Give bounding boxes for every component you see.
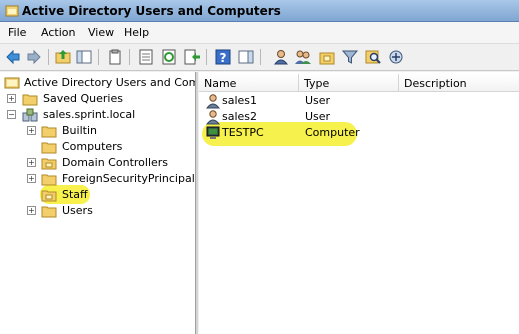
tree-label-builtin: Builtin [62, 124, 97, 137]
tree-item-saved-queries[interactable]: + Saved Queries [0, 91, 195, 107]
new-ou-icon[interactable] [318, 48, 336, 66]
properties-icon[interactable] [137, 48, 155, 66]
domain-icon [22, 108, 38, 122]
expand-icon[interactable]: + [27, 174, 36, 183]
column-header-description[interactable]: Description [399, 74, 519, 92]
new-user-icon[interactable] [272, 48, 290, 66]
collapse-icon[interactable]: − [7, 110, 16, 119]
list-item-name: TESTPC [222, 126, 264, 139]
tree-label-domain: sales.sprint.local [43, 108, 136, 121]
tree-label-domain-controllers: Domain Controllers [62, 156, 169, 169]
tree-label-root: Active Directory Users and Comput [24, 76, 195, 89]
folder-icon [41, 142, 57, 154]
show-hide-console-tree-icon[interactable] [75, 48, 93, 66]
tree-item-staff[interactable]: Staff [0, 187, 195, 203]
list-item-name: sales1 [222, 94, 258, 107]
add-to-group-icon[interactable] [387, 48, 405, 66]
tree-label-foreign-security-principals: ForeignSecurityPrincipals [62, 172, 196, 185]
refresh-icon[interactable] [160, 48, 178, 66]
expand-icon[interactable]: + [27, 158, 36, 167]
svg-text:?: ? [220, 51, 227, 65]
tree-item-users[interactable]: + Users [0, 203, 195, 219]
menu-help[interactable]: Help [124, 26, 149, 39]
details-list[interactable]: Name Type Description sales1 User sales2… [199, 72, 519, 334]
export-list-icon[interactable] [183, 48, 201, 66]
action-pane-icon[interactable] [237, 48, 255, 66]
ou-folder-icon [41, 158, 57, 170]
tree-item-computers[interactable]: Computers [0, 139, 195, 155]
folder-icon [41, 206, 57, 218]
back-icon[interactable] [4, 48, 22, 66]
tree-item-domain-controllers[interactable]: + Domain Controllers [0, 155, 195, 171]
tree-label-saved-queries: Saved Queries [43, 92, 123, 105]
menu-file[interactable]: File [8, 26, 26, 39]
title-bar: Active Directory Users and Computers [0, 0, 519, 22]
tree-label-users: Users [62, 204, 93, 217]
folder-icon [22, 94, 38, 106]
up-folder-icon[interactable] [54, 48, 72, 66]
expand-icon[interactable]: + [7, 94, 16, 103]
folder-icon [41, 126, 57, 138]
list-item-type: Computer [305, 126, 360, 139]
computer-icon [206, 126, 220, 139]
menu-bar: File Action View Help [0, 22, 519, 44]
filter-icon[interactable] [341, 48, 359, 66]
column-header-type[interactable]: Type [299, 74, 399, 92]
ad-users-computers-icon [5, 5, 19, 17]
list-item-sales2[interactable]: sales2 User [199, 109, 519, 125]
pane-splitter[interactable] [196, 72, 198, 334]
column-header-name-label: Name [204, 77, 237, 90]
expand-icon[interactable]: + [27, 206, 36, 215]
window-title: Active Directory Users and Computers [22, 4, 281, 18]
list-item-type: User [305, 110, 331, 123]
copy-icon[interactable] [106, 48, 124, 66]
tree-item-builtin[interactable]: + Builtin [0, 123, 195, 139]
list-item-testpc[interactable]: TESTPC Computer [199, 125, 519, 141]
list-item-type: User [305, 94, 331, 107]
ad-users-computers-icon [4, 77, 20, 89]
column-header-name[interactable]: Name [199, 74, 299, 92]
expand-icon[interactable]: + [27, 126, 36, 135]
menu-view[interactable]: View [88, 26, 114, 39]
column-header-type-label: Type [304, 77, 330, 90]
folder-icon [41, 174, 57, 186]
user-icon [205, 94, 221, 109]
forward-icon[interactable] [25, 48, 43, 66]
tree-label-staff: Staff [62, 188, 88, 201]
ou-folder-icon [41, 190, 57, 202]
user-icon [205, 110, 221, 125]
column-header-description-label: Description [404, 77, 467, 90]
toolbar: ? [0, 44, 519, 71]
tree-item-foreign-security-principals[interactable]: + ForeignSecurityPrincipals [0, 171, 196, 187]
tree-label-computers: Computers [62, 140, 123, 153]
console-tree[interactable]: Active Directory Users and Comput + Save… [0, 72, 196, 334]
help-icon[interactable]: ? [214, 48, 232, 66]
find-icon[interactable] [364, 48, 382, 66]
tree-item-domain[interactable]: − sales.sprint.local [0, 107, 195, 123]
list-item-name: sales2 [222, 110, 258, 123]
list-item-sales1[interactable]: sales1 User [199, 93, 519, 109]
tree-item-root[interactable]: Active Directory Users and Comput [0, 75, 195, 91]
new-group-icon[interactable] [294, 48, 312, 66]
menu-action[interactable]: Action [41, 26, 75, 39]
